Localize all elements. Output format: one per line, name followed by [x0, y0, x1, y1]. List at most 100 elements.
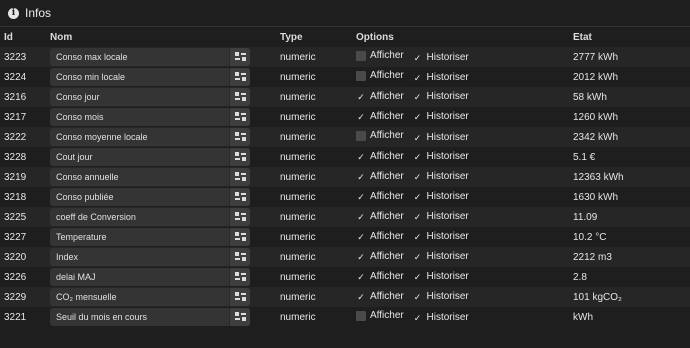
configure-button[interactable]: [229, 268, 250, 286]
show-option[interactable]: ✓ Afficher: [356, 151, 404, 162]
show-checkbox[interactable]: [356, 130, 366, 141]
configure-button[interactable]: [229, 68, 250, 86]
history-option[interactable]: ✓ Historiser: [413, 251, 469, 262]
name-input[interactable]: Conso mois: [50, 112, 229, 122]
configure-button[interactable]: [229, 88, 250, 106]
name-input[interactable]: Conso publiée: [50, 192, 229, 202]
configure-button[interactable]: [229, 308, 250, 326]
show-checkbox[interactable]: ✓: [356, 172, 366, 182]
history-checkbox[interactable]: ✓: [413, 272, 423, 282]
name-field[interactable]: Conso min locale: [50, 68, 250, 86]
name-input[interactable]: Index: [50, 252, 229, 262]
history-checkbox[interactable]: ✓: [413, 252, 423, 262]
history-option[interactable]: ✓ Historiser: [413, 231, 469, 242]
show-option[interactable]: ✓ Afficher: [356, 291, 404, 302]
history-checkbox[interactable]: ✓: [413, 112, 423, 122]
history-checkbox[interactable]: ✓: [413, 172, 423, 182]
history-checkbox[interactable]: ✓: [413, 232, 423, 242]
configure-button[interactable]: [229, 228, 250, 246]
history-option[interactable]: ✓ Historiser: [413, 291, 469, 302]
configure-button[interactable]: [229, 188, 250, 206]
configure-button[interactable]: [229, 48, 250, 66]
name-field[interactable]: Conso jour: [50, 88, 250, 106]
show-option[interactable]: ✓ Afficher: [356, 91, 404, 102]
history-checkbox[interactable]: ✓: [413, 53, 423, 63]
history-checkbox[interactable]: ✓: [413, 313, 423, 323]
configure-button[interactable]: [229, 208, 250, 226]
show-option[interactable]: Afficher: [356, 50, 404, 61]
name-input[interactable]: Conso min locale: [50, 72, 229, 82]
name-input[interactable]: Conso moyenne locale: [50, 132, 229, 142]
name-field[interactable]: Conso mois: [50, 108, 250, 126]
show-checkbox[interactable]: ✓: [356, 152, 366, 162]
name-field[interactable]: Seuil du mois en cours: [50, 308, 250, 326]
name-input[interactable]: Temperature: [50, 232, 229, 242]
show-option[interactable]: Afficher: [356, 310, 404, 321]
show-option[interactable]: ✓ Afficher: [356, 171, 404, 182]
show-option[interactable]: ✓ Afficher: [356, 191, 404, 202]
show-checkbox[interactable]: [356, 70, 366, 81]
show-checkbox[interactable]: [356, 310, 366, 321]
history-checkbox[interactable]: ✓: [413, 73, 423, 83]
show-option[interactable]: Afficher: [356, 70, 404, 81]
show-checkbox[interactable]: ✓: [356, 272, 366, 282]
name-input[interactable]: Conso max locale: [50, 52, 229, 62]
name-input[interactable]: Conso annuelle: [50, 172, 229, 182]
show-checkbox[interactable]: ✓: [356, 252, 366, 262]
show-checkbox[interactable]: ✓: [356, 112, 366, 122]
name-input[interactable]: coeff de Conversion: [50, 212, 229, 222]
name-field[interactable]: Cout jour: [50, 148, 250, 166]
show-checkbox[interactable]: ✓: [356, 232, 366, 242]
name-field[interactable]: Index: [50, 248, 250, 266]
history-option[interactable]: ✓ Historiser: [413, 52, 469, 63]
history-option[interactable]: ✓ Historiser: [413, 211, 469, 222]
configure-button[interactable]: [229, 128, 250, 146]
configure-button[interactable]: [229, 248, 250, 266]
history-option[interactable]: ✓ Historiser: [413, 271, 469, 282]
history-option[interactable]: ✓ Historiser: [413, 91, 469, 102]
name-field[interactable]: Conso annuelle: [50, 168, 250, 186]
name-field[interactable]: Temperature: [50, 228, 250, 246]
show-label: Afficher: [370, 70, 404, 82]
show-option[interactable]: ✓ Afficher: [356, 211, 404, 222]
show-checkbox[interactable]: ✓: [356, 212, 366, 222]
name-input[interactable]: Seuil du mois en cours: [50, 312, 229, 322]
history-option[interactable]: ✓ Historiser: [413, 171, 469, 182]
name-field[interactable]: Conso max locale: [50, 48, 250, 66]
history-option[interactable]: ✓ Historiser: [413, 312, 469, 323]
history-checkbox[interactable]: ✓: [413, 192, 423, 202]
history-option[interactable]: ✓ Historiser: [413, 151, 469, 162]
configure-button[interactable]: [229, 108, 250, 126]
name-input[interactable]: Cout jour: [50, 152, 229, 162]
history-checkbox[interactable]: ✓: [413, 152, 423, 162]
configure-button[interactable]: [229, 168, 250, 186]
history-checkbox[interactable]: ✓: [413, 212, 423, 222]
show-checkbox[interactable]: ✓: [356, 192, 366, 202]
show-option[interactable]: ✓ Afficher: [356, 111, 404, 122]
history-checkbox[interactable]: ✓: [413, 92, 423, 102]
show-checkbox[interactable]: [356, 50, 366, 61]
show-checkbox[interactable]: ✓: [356, 292, 366, 302]
show-option[interactable]: Afficher: [356, 130, 404, 141]
history-checkbox[interactable]: ✓: [413, 133, 423, 143]
name-input[interactable]: CO₂ mensuelle: [50, 292, 229, 302]
name-field[interactable]: Conso publiée: [50, 188, 250, 206]
history-option[interactable]: ✓ Historiser: [413, 132, 469, 143]
name-input[interactable]: Conso jour: [50, 92, 229, 102]
name-field[interactable]: coeff de Conversion: [50, 208, 250, 226]
name-field[interactable]: CO₂ mensuelle: [50, 288, 250, 306]
show-option[interactable]: ✓ Afficher: [356, 271, 404, 282]
history-checkbox[interactable]: ✓: [413, 292, 423, 302]
history-option[interactable]: ✓ Historiser: [413, 72, 469, 83]
configure-button[interactable]: [229, 288, 250, 306]
configure-button[interactable]: [229, 148, 250, 166]
table-row: 3222 Conso moyenne locale numeric Affich…: [0, 127, 690, 147]
name-field[interactable]: delai MAJ: [50, 268, 250, 286]
history-option[interactable]: ✓ Historiser: [413, 111, 469, 122]
show-checkbox[interactable]: ✓: [356, 92, 366, 102]
show-option[interactable]: ✓ Afficher: [356, 231, 404, 242]
name-input[interactable]: delai MAJ: [50, 272, 229, 282]
name-field[interactable]: Conso moyenne locale: [50, 128, 250, 146]
history-option[interactable]: ✓ Historiser: [413, 191, 469, 202]
show-option[interactable]: ✓ Afficher: [356, 251, 404, 262]
